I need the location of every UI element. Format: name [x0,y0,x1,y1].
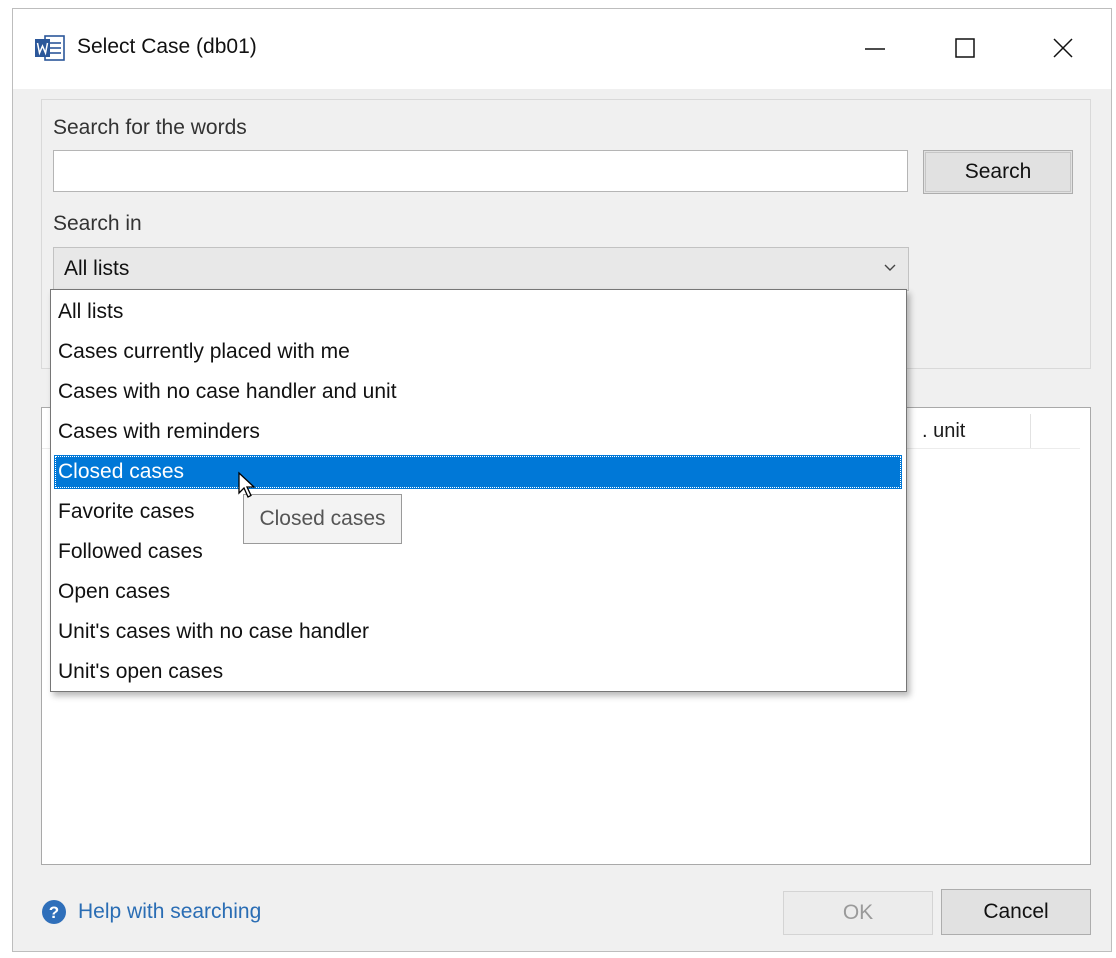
dropdown-option-label: Open cases [58,580,171,603]
search-in-select[interactable]: All lists [53,247,909,291]
cancel-button-label: Cancel [983,900,1049,923]
dropdown-option-label: Favorite cases [58,500,195,523]
svg-text:?: ? [49,903,59,922]
ok-button[interactable]: OK [783,891,933,935]
dropdown-option-highlighted[interactable]: Closed cases [54,455,902,489]
search-input[interactable] [53,150,908,192]
dropdown-option[interactable]: Followed cases [54,535,902,569]
minimize-button[interactable] [845,21,905,75]
search-in-label: Search in [53,212,142,235]
help-icon: ? [42,900,66,924]
dropdown-option[interactable]: Open cases [54,575,902,609]
search-in-dropdown-list[interactable]: All lists Cases currently placed with me… [50,289,907,692]
dropdown-option-label: Cases currently placed with me [58,340,350,363]
chevron-down-icon [884,264,896,271]
cancel-button[interactable]: Cancel [941,889,1091,935]
tooltip: Closed cases [243,494,402,544]
dropdown-option[interactable]: Cases currently placed with me [54,335,902,369]
title-bar[interactable]: Select Case (db01) [13,9,1111,89]
dropdown-option[interactable]: All lists [54,295,902,329]
close-button[interactable] [1033,21,1093,75]
dropdown-option[interactable]: Cases with no case handler and unit [54,375,902,409]
search-in-selected-value: All lists [64,257,130,280]
dropdown-option[interactable]: Cases with reminders [54,415,902,449]
mouse-cursor-icon [238,471,256,498]
dropdown-option-label: All lists [58,300,124,323]
maximize-icon [955,38,975,58]
dropdown-option-label: Followed cases [58,540,203,563]
ok-button-label: OK [842,901,874,924]
dropdown-option[interactable]: Unit's open cases [54,655,902,689]
search-words-label: Search for the words [53,116,247,139]
tooltip-text: Closed cases [259,507,386,530]
search-button-label: Search [964,160,1032,183]
dropdown-option-label: Unit's open cases [58,660,224,683]
dropdown-option-label: Cases with reminders [58,420,260,443]
column-header-unit[interactable]: . unit [922,420,965,443]
close-icon [1053,38,1073,58]
help-link[interactable]: ? Help with searching [41,899,261,925]
help-link-label[interactable]: Help with searching [78,900,261,924]
dropdown-option-label: Unit's cases with no case handler [58,620,370,643]
maximize-button[interactable] [935,21,995,75]
dropdown-option-label: Cases with no case handler and unit [58,380,397,403]
dropdown-option-label: Closed cases [58,460,185,483]
dropdown-option[interactable]: Unit's cases with no case handler [54,615,902,649]
column-separator[interactable] [1030,414,1031,448]
minimize-icon [865,48,885,50]
word-icon [35,35,65,61]
search-button[interactable]: Search [923,150,1073,194]
window-title: Select Case (db01) [77,35,257,58]
dropdown-option[interactable]: Favorite cases [54,495,902,529]
